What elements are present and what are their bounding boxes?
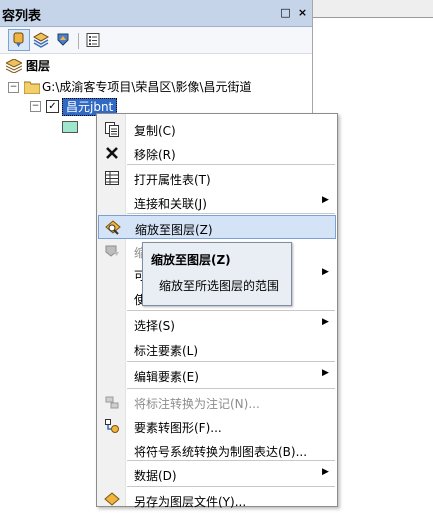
adjacent-window-header [313,0,433,18]
menu-item-label: 将符号系统转换为制图表达(B)... [134,445,308,459]
submenu-arrow-icon: ▶ [322,467,329,477]
pin-icon[interactable]: □ [279,6,292,19]
menu-item-11: 将标注转换为注记(N)... [98,390,336,414]
menu-item-3[interactable]: 连接和关联(J) ▶ [98,190,336,214]
menu-item-4[interactable]: 缩放至图层(Z) [98,215,336,239]
zoom-to-layer-tooltip: 缩放至图层(Z) 缩放至所选图层的范围 [142,242,292,306]
menu-separator [127,388,335,389]
options-icon[interactable] [83,30,103,50]
menu-item-label: 标注要素(L) [134,344,199,358]
folder-path-label: G:\成渝客专项目\荣昌区\影像\昌元街道 [42,80,252,94]
menu-item-label: 打开属性表(T) [134,173,211,187]
collapse-icon[interactable]: − [30,101,41,112]
menu-item-8[interactable]: 选择(S) ▶ [98,312,336,336]
menu-item-label: 移除(R) [134,148,176,162]
menu-item-label: 选择(S) [134,319,175,333]
menu-item-1[interactable]: 移除(R) [98,141,336,165]
layer-context-menu: 复制(C) 移除(R) 打开属性表(T) 连接和关联(J) ▶ 缩放至图层(Z) 缩可 ▶ 使选… [96,113,338,509]
save-layer-icon [104,492,120,508]
table-icon [104,170,120,186]
menu-separator [127,310,335,311]
menu-item-13[interactable]: 将符号系统转换为制图表达(B)... [98,438,336,462]
toolbar-separator [78,33,79,49]
submenu-arrow-icon: ▶ [322,267,329,277]
menu-item-label: 另存为图层文件(Y)... [134,495,247,509]
list-by-drawing-order-icon[interactable] [8,29,30,51]
submenu-arrow-icon: ▶ [322,368,329,378]
list-by-visibility-icon[interactable] [53,30,73,50]
submenu-arrow-icon: ▶ [322,195,329,205]
menu-separator [127,486,335,487]
layer-visibility-checkbox[interactable]: ✓ [46,100,59,113]
panel-title-bar[interactable]: 容列表 □ × [0,0,312,27]
list-by-source-icon[interactable] [31,30,51,50]
menu-item-label: 复制(C) [134,124,176,138]
zoom-visible-icon [104,243,120,259]
menu-item-10[interactable]: 编辑要素(E) ▶ [98,363,336,387]
menu-item-label: 将标注转换为注记(N)... [134,397,260,411]
features-to-graphics-icon [104,418,120,434]
menu-item-12[interactable]: 要素转图形(F)... [98,414,336,438]
menu-item-label: 数据(D) [134,469,177,483]
convert-labels-icon [104,394,120,410]
menu-separator [127,164,335,165]
menu-item-0[interactable]: 复制(C) [98,117,336,141]
zoom-to-layer-icon [105,220,121,236]
menu-item-15[interactable]: 另存为图层文件(Y)... [98,488,336,512]
close-icon[interactable]: × [296,6,309,19]
legend-symbol-patch[interactable] [62,121,78,133]
menu-separator [127,460,335,461]
menu-separator [127,361,335,362]
tooltip-description: 缩放至所选图层的范围 [159,279,280,293]
menu-item-2[interactable]: 打开属性表(T) [98,166,336,190]
copy-icon [104,121,120,137]
menu-item-label: 连接和关联(J) [134,197,207,211]
collapse-icon[interactable]: − [8,82,19,93]
tooltip-title: 缩放至图层(Z) [151,253,231,267]
tree-root-label: 图层 [26,59,51,73]
submenu-arrow-icon: ▶ [322,317,329,327]
menu-item-label: 缩放至图层(Z) [135,223,213,237]
folder-icon [23,80,41,99]
panel-title: 容列表 [2,9,42,24]
menu-item-label: 编辑要素(E) [134,370,199,384]
toc-toolbar [0,27,312,54]
menu-item-label: 要素转图形(F)... [134,421,222,435]
menu-item-14[interactable]: 数据(D) ▶ [98,462,336,486]
menu-separator [127,213,335,214]
remove-icon [104,145,120,161]
menu-item-9[interactable]: 标注要素(L) [98,337,336,361]
layers-icon [4,58,24,78]
